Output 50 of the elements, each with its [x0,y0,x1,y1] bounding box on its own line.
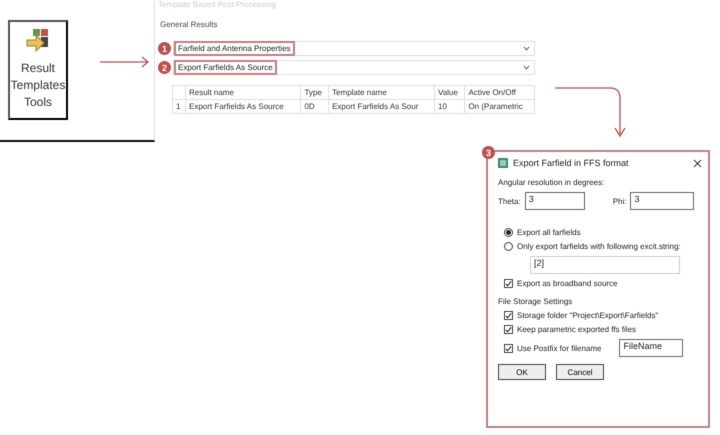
table-cell: Export Farfields As Source [186,100,301,114]
checkbox[interactable] [504,279,513,288]
app-icon [498,158,508,168]
arrow-icon [100,56,150,68]
section-label: General Results [160,20,218,29]
section-heading: File Storage Settings [498,297,574,306]
table-cell: 0D [300,100,329,114]
template-dropdown[interactable]: Export Farfields As Source [173,60,535,75]
dialog-button[interactable]: Cancel [556,364,604,380]
column-header: Template name [328,86,434,100]
phi-input[interactable]: 3 [630,192,694,210]
excitation-string-input[interactable]: [2] [530,256,680,274]
row-number: 1 [172,100,186,114]
phi-label: Phi: [612,196,626,206]
table-cell: On (Parametric [464,100,534,114]
radio-button[interactable] [504,242,513,251]
checkbox-label: Keep parametric exported ffs files [517,325,636,334]
column-header: Value [434,86,465,100]
close-icon[interactable] [693,158,702,168]
checkbox-label: Use Postfix for filename [517,344,602,352]
chevron-icon [523,65,530,70]
checkbox-label: Export as broadband source [517,279,618,288]
theta-label: Theta: [498,196,521,206]
column-header: Result name [186,86,301,100]
step-badge: 2 [158,61,171,74]
chevron-icon [523,46,530,51]
checkbox[interactable] [504,311,513,320]
radio-label: Export all farfields [517,228,581,237]
radio-button[interactable] [504,228,513,237]
radio-label: Only export farfields with following excit.string: [517,242,681,251]
dialog-title: Export Farfield in FFS format [513,158,630,168]
dropdown-value: Farfield and Antenna Properties [174,41,295,56]
theta-input[interactable]: 3 [524,192,585,210]
angular-resolution-label: Angular resolution in degrees: [498,178,606,187]
checkbox-label: Storage folder "Project\Export\Farfields" [517,311,658,320]
step-badge: 1 [158,42,171,55]
templates-icon [25,28,51,54]
dropdown-value: Export Farfields As Source [174,60,277,75]
checkbox[interactable] [504,325,513,334]
column-header: Type [300,86,329,100]
dialog-button[interactable]: OK [498,364,546,380]
column-header: Active On/Off [464,86,534,100]
table-header [172,86,186,100]
table-cell: 10 [434,100,465,114]
step-badge: 3 [482,146,495,159]
checkbox[interactable] [504,344,513,352]
filename-input[interactable]: FileName [619,339,684,357]
template-dropdown[interactable]: Farfield and Antenna Properties [173,41,535,56]
result-templates-tool-button[interactable]: Result Templates Tools [8,20,68,120]
table-cell: Export Farfields As Sour [328,100,434,114]
